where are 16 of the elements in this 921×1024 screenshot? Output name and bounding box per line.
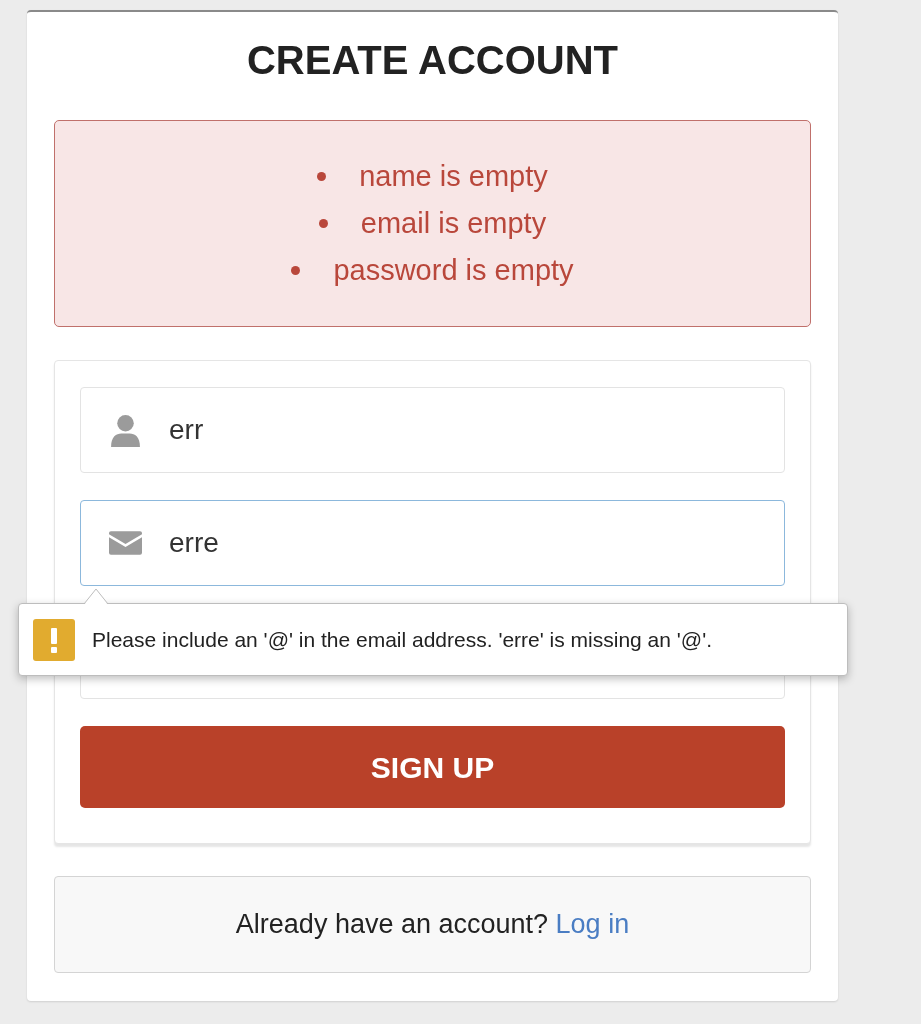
error-item: name is empty xyxy=(359,162,548,191)
login-prompt: Already have an account? Log in xyxy=(235,908,630,942)
email-field[interactable]: erre xyxy=(80,500,785,586)
bullet-icon xyxy=(291,266,301,275)
warning-icon xyxy=(33,618,75,661)
bullet-icon xyxy=(317,172,327,181)
validation-message: Please include an '@' in the email address. 'erre' is missing an '@'. xyxy=(92,626,712,653)
envelope-icon xyxy=(109,531,142,555)
log-in-link[interactable]: Log in xyxy=(555,909,630,940)
bullet-icon xyxy=(318,219,328,228)
error-item: password is empty xyxy=(333,256,574,285)
name-field[interactable]: err xyxy=(80,387,785,473)
user-icon xyxy=(109,413,142,447)
error-item: email is empty xyxy=(360,209,547,238)
sign-up-button[interactable]: SIGN UP xyxy=(80,726,785,808)
page-title: CREATE ACCOUNT xyxy=(245,37,620,84)
